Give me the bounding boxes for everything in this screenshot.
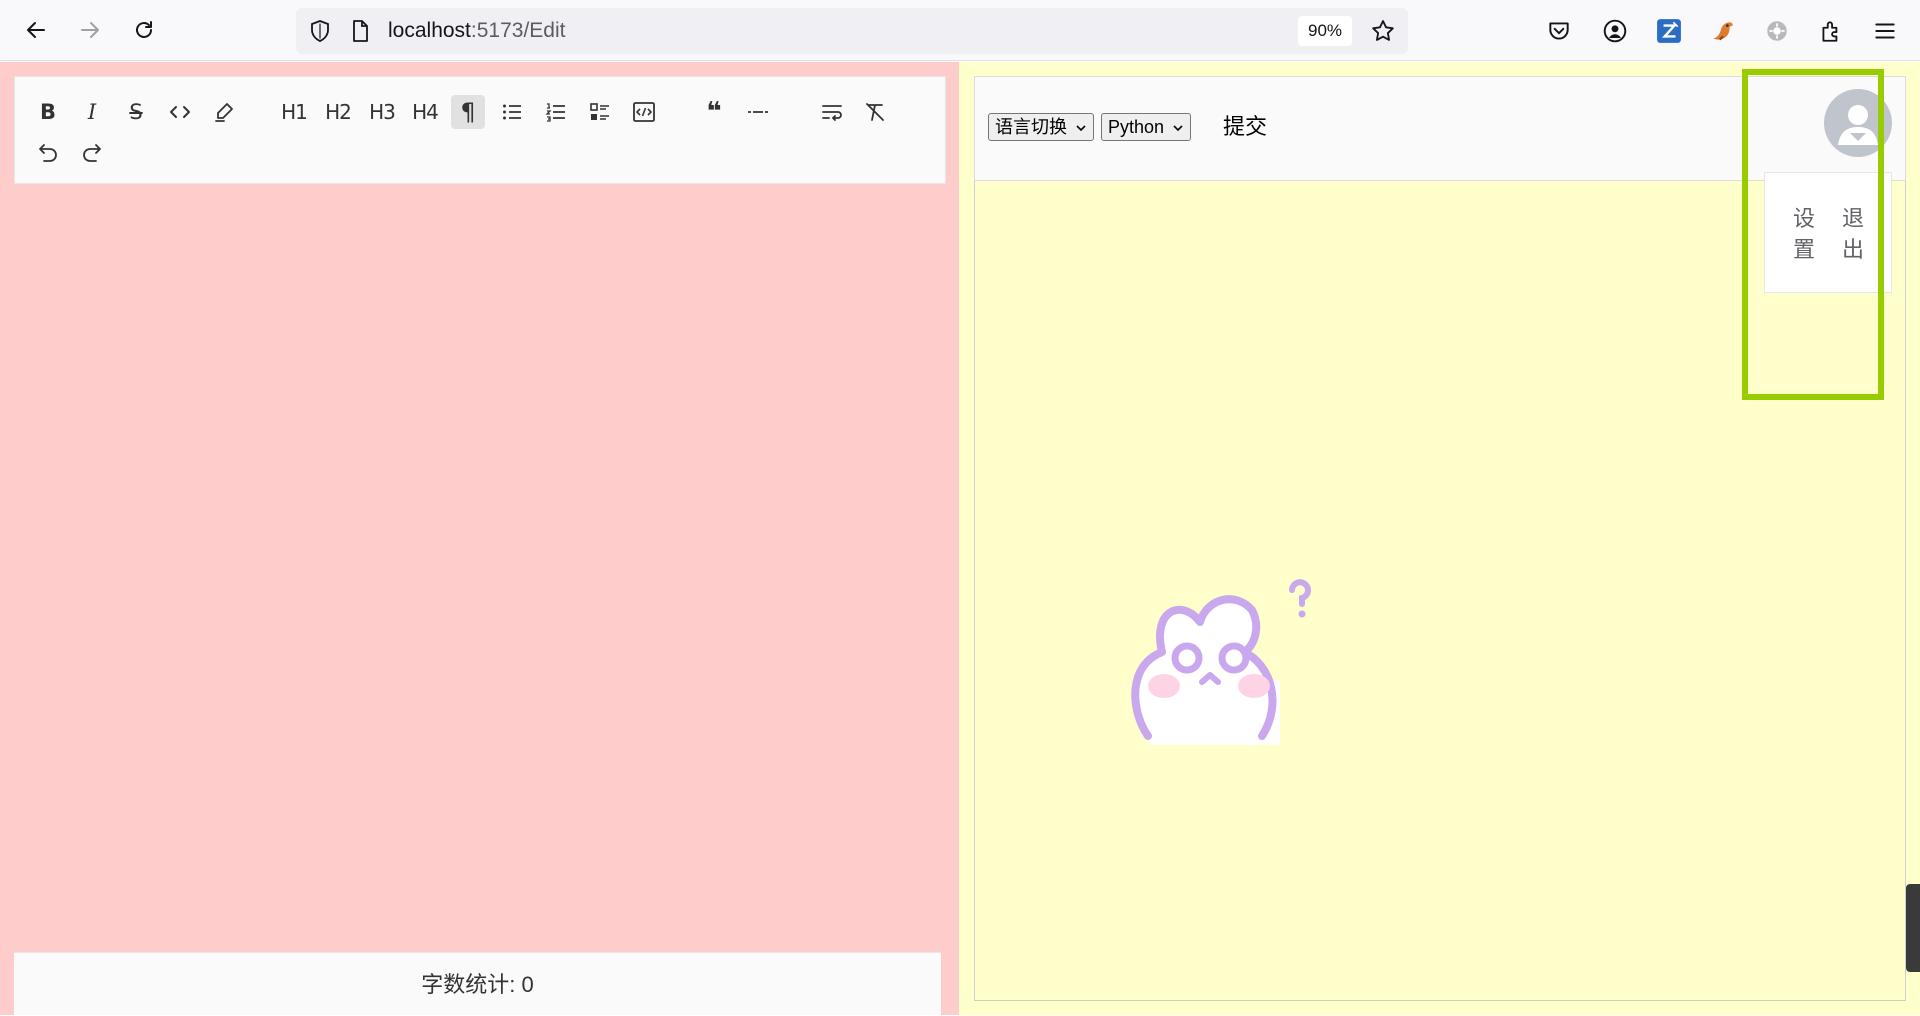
url-text[interactable]: localhost:5173/Edit [388, 19, 565, 43]
heading-4-button[interactable]: H4 [408, 95, 442, 129]
chevron-down-icon [1076, 125, 1086, 132]
marker-icon [215, 103, 233, 122]
editor-toolbar: B I S H1 H2 H3 H4 ¶ ❝ [14, 76, 946, 184]
ordered-list-icon [545, 103, 565, 122]
code-icon [170, 106, 190, 118]
undo-icon [39, 144, 57, 162]
code-block-icon [633, 102, 655, 122]
page-info-icon[interactable] [348, 19, 372, 43]
heading-2-icon: H2 [325, 100, 352, 124]
language-switch-select[interactable]: 语言切换 [988, 113, 1094, 141]
redo-button[interactable] [75, 135, 109, 169]
quote-icon: ❝ [706, 97, 722, 127]
task-list-button[interactable] [583, 95, 617, 129]
heading-2-button[interactable]: H2 [321, 95, 355, 129]
forward-button[interactable] [72, 12, 108, 48]
editor-content-area[interactable] [14, 184, 946, 1012]
strikethrough-icon: S [129, 100, 143, 124]
bird-extension-icon[interactable] [1708, 16, 1738, 46]
account-icon[interactable] [1600, 16, 1630, 46]
italic-icon: I [87, 100, 97, 124]
hard-break-button[interactable] [815, 95, 849, 129]
url-host: localhost [388, 19, 471, 42]
chevron-down-icon [1173, 125, 1183, 132]
reload-button[interactable] [126, 12, 162, 48]
heading-4-icon: H4 [412, 100, 439, 124]
strikethrough-button[interactable]: S [119, 95, 153, 129]
highlight-button[interactable] [207, 95, 241, 129]
menu-icon[interactable] [1870, 16, 1900, 46]
code-block-button[interactable] [627, 95, 661, 129]
arrow-right-icon [81, 22, 99, 38]
code-language-label: Python [1108, 117, 1165, 137]
task-list-icon [590, 103, 609, 120]
blockquote-button[interactable]: ❝ [697, 95, 731, 129]
italic-button[interactable]: I [75, 95, 109, 129]
extension-gear-icon[interactable] [1762, 16, 1792, 46]
bold-button[interactable]: B [31, 95, 65, 129]
redo-icon [83, 144, 101, 162]
arrow-left-icon [27, 22, 45, 38]
browser-toolbar: localhost:5173/Edit 90% [0, 0, 1920, 61]
text-wrap-icon [822, 105, 842, 121]
heading-1-icon: H1 [281, 100, 308, 124]
url-path: :5173/Edit [470, 19, 566, 42]
page-content: B I S H1 H2 H3 H4 ¶ ❝ 字数统计: 0 语言切换 Pytho… [0, 62, 1920, 1015]
paragraph-button[interactable]: ¶ [451, 95, 485, 129]
address-bar[interactable]: localhost:5173/Edit 90% [296, 8, 1408, 54]
inline-code-button[interactable] [163, 95, 197, 129]
reload-icon [136, 21, 152, 38]
shield-icon[interactable] [308, 19, 332, 43]
code-language-select[interactable]: Python [1101, 113, 1192, 141]
zoom-level-badge[interactable]: 90% [1298, 16, 1353, 46]
bullet-list-icon [503, 104, 521, 120]
side-widget-handle[interactable] [1906, 884, 1920, 972]
back-button[interactable] [18, 12, 54, 48]
extensions-icon[interactable] [1816, 16, 1846, 46]
editor-pane: B I S H1 H2 H3 H4 ¶ ❝ 字数统计: 0 [0, 62, 959, 1015]
heading-1-button[interactable]: H1 [277, 95, 311, 129]
pocket-icon[interactable] [1544, 16, 1574, 46]
heading-3-button[interactable]: H3 [365, 95, 399, 129]
highlight-annotation-box [1742, 69, 1884, 400]
heading-3-icon: H3 [369, 100, 396, 124]
bold-icon: B [39, 100, 56, 124]
ordered-list-button[interactable] [539, 95, 573, 129]
clear-format-icon [866, 103, 884, 121]
clear-format-button[interactable] [858, 95, 892, 129]
bookmark-star-icon[interactable] [1370, 18, 1396, 44]
word-count: 字数统计: 0 [14, 952, 941, 1015]
bunny-mascot-image [1122, 570, 1322, 745]
zotero-icon[interactable] [1654, 16, 1684, 46]
bullet-list-button[interactable] [495, 95, 529, 129]
undo-button[interactable] [31, 135, 65, 169]
language-switch-label: 语言切换 [995, 117, 1067, 137]
horizontal-rule-icon [748, 111, 768, 113]
paragraph-icon: ¶ [460, 98, 476, 126]
submit-button[interactable]: 提交 [1223, 113, 1267, 141]
horizontal-rule-button[interactable] [741, 95, 775, 129]
